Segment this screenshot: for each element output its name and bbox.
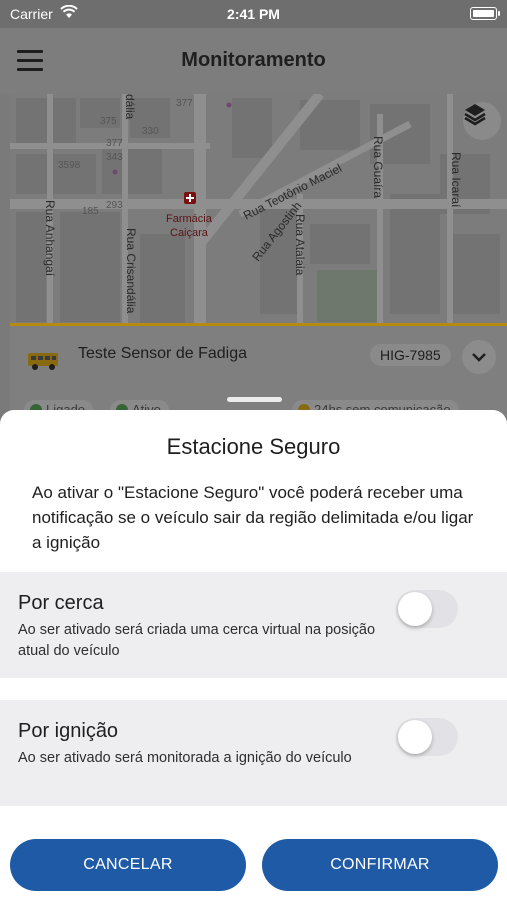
option-por-cerca: Por cerca Ao ser ativado será criada uma…: [0, 572, 507, 678]
house-number: 185: [82, 206, 99, 217]
battery-icon: [470, 7, 500, 20]
page-title: Monitoramento: [181, 49, 326, 71]
option-por-ignicao: Por ignição Ao ser ativado será monitora…: [0, 700, 507, 806]
house-number: 293: [106, 200, 123, 211]
sheet-grabber[interactable]: [227, 397, 282, 402]
house-number: 3598: [58, 160, 81, 171]
sheet-title: Estacione Seguro: [166, 434, 341, 459]
por-cerca-toggle[interactable]: [396, 590, 458, 628]
house-number: 375: [100, 116, 117, 127]
street-label: Rua Anhangaí: [43, 200, 57, 277]
poi-label: Caiçara: [170, 227, 209, 239]
option-title: Por cerca: [18, 592, 104, 614]
estacione-seguro-sheet: Estacione Seguro Ao ativar o "Estacione …: [0, 410, 507, 900]
map-view[interactable]: Rua Agostinh Rua Teotônio Maciel Rua Gua…: [10, 94, 507, 326]
house-number: 330: [142, 126, 159, 137]
bus-icon: [28, 353, 58, 370]
por-ignicao-toggle[interactable]: [396, 718, 458, 756]
house-number: 377: [106, 138, 123, 149]
house-number: 377: [176, 98, 193, 109]
street-label: Rua Crisandália: [124, 228, 138, 314]
street-label: Rua Guaíra: [371, 136, 385, 198]
map-layers-button[interactable]: [463, 102, 501, 140]
street-label: dália: [123, 94, 137, 120]
cancel-button[interactable]: CANCELAR: [10, 839, 246, 891]
street-label: Rua Icaraí: [449, 152, 463, 208]
option-title: Por ignição: [18, 720, 119, 742]
option-description: Ao ser ativado será monitorada a ignição…: [18, 750, 352, 766]
street-label: Rua Atalaia: [293, 214, 307, 276]
poi-label: Farmácia: [166, 213, 213, 225]
option-description: Ao ser ativado será criada uma cerca vir…: [18, 622, 376, 659]
plate-badge: HIG-7985: [370, 344, 451, 366]
chevron-down-icon: [472, 353, 486, 362]
map-tiles: Rua Agostinh Rua Teotônio Maciel Rua Gua…: [10, 94, 507, 326]
status-bar: Carrier 2:41 PM: [0, 0, 507, 28]
pharmacy-icon: [184, 192, 196, 204]
vehicle-card[interactable]: Teste Sensor de Fadiga HIG-7985 Ligado A…: [10, 326, 507, 420]
expand-button[interactable]: [462, 340, 496, 374]
house-number: 343: [106, 152, 123, 163]
status-time: 2:41 PM: [227, 6, 280, 22]
sheet-description: Ao ativar o "Estacione Seguro" você pode…: [32, 483, 474, 552]
vehicle-name: Teste Sensor de Fadiga: [78, 345, 247, 362]
layers-icon: [464, 104, 486, 126]
navigation-bar: Monitoramento: [0, 28, 507, 94]
confirm-button[interactable]: CONFIRMAR: [262, 839, 498, 891]
